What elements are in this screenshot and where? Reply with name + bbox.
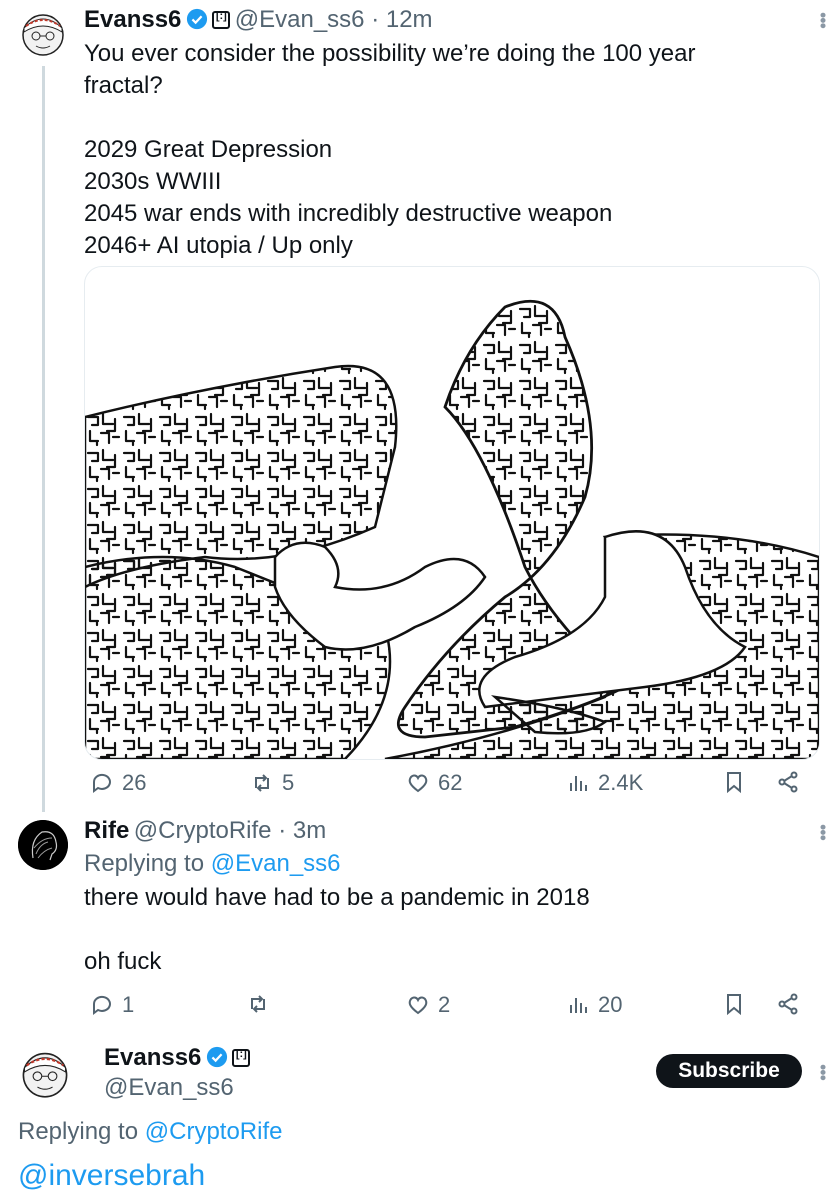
verified-badge-icon — [186, 8, 207, 30]
composer-identity: Evanss6 — [104, 1044, 251, 1072]
more-options-icon[interactable]: ••• — [812, 12, 833, 28]
share-button[interactable] — [776, 770, 800, 794]
reply-draft-input[interactable]: @inversebrah — [18, 1156, 205, 1196]
like-count: 2 — [438, 992, 451, 1017]
author-handle-time[interactable]: @Evan_ss6 · 12m — [235, 6, 433, 33]
more-options-icon[interactable]: ••• — [812, 824, 833, 840]
repost-count: 5 — [282, 770, 295, 795]
tweet-header: Evanss6 @Evan_ss6 · 12m — [84, 6, 433, 34]
more-options-icon[interactable]: ••• — [812, 1064, 833, 1080]
avatar[interactable] — [18, 820, 68, 870]
like-button[interactable]: 2 — [406, 992, 450, 1018]
replying-to: Replying to @CryptoRife — [18, 1116, 282, 1148]
heart-icon — [408, 996, 428, 1015]
repost-icon — [255, 774, 269, 792]
repost-button[interactable] — [246, 992, 270, 1016]
tweet-text: You ever consider the possibility we’re … — [84, 40, 696, 259]
author-name[interactable]: Evanss6 — [84, 6, 181, 33]
tweet-image[interactable] — [84, 266, 820, 760]
tweet-text: there would have had to be a pandemic in… — [84, 884, 590, 975]
replying-to-label: Replying to — [18, 1118, 145, 1145]
author-handle[interactable]: @Evan_ss6 — [104, 1074, 234, 1102]
replying-to-handle-link[interactable]: @Evan_ss6 — [211, 850, 341, 877]
reply-button[interactable]: 1 — [90, 992, 134, 1018]
line-drawing-image — [85, 299, 819, 759]
replying-to-label: Replying to — [84, 850, 211, 877]
affiliate-badge-icon[interactable] — [232, 1048, 251, 1067]
views-button[interactable]: 20 — [566, 992, 622, 1018]
wireframe-head-avatar-icon — [18, 820, 68, 870]
views-count: 2.4K — [598, 770, 644, 795]
avatar[interactable] — [18, 1046, 72, 1100]
bookmark-button[interactable] — [722, 770, 746, 794]
tweet-actions: 1 2 20 — [84, 992, 804, 1026]
share-icon — [778, 993, 798, 1015]
verified-badge-icon — [206, 1046, 227, 1068]
affiliate-badge-icon[interactable] — [212, 10, 231, 29]
wojak-avatar-icon — [22, 14, 64, 56]
views-button[interactable]: 2.4K — [566, 770, 643, 796]
reply-icon — [92, 773, 111, 793]
thread-connector-line — [42, 66, 45, 812]
views-chart-icon — [570, 998, 587, 1013]
repost-button[interactable]: 5 — [250, 770, 294, 796]
reply-count: 26 — [122, 770, 147, 795]
avatar[interactable] — [18, 8, 68, 58]
views-chart-icon — [570, 776, 587, 791]
subscribe-button[interactable]: Subscribe — [656, 1054, 802, 1088]
share-button[interactable] — [776, 992, 800, 1016]
bookmark-icon — [727, 994, 741, 1016]
author-name[interactable]: Rife — [84, 817, 129, 844]
heart-icon — [408, 774, 428, 793]
replying-to-handle-link[interactable]: @CryptoRife — [145, 1118, 283, 1145]
reply-button[interactable]: 26 — [90, 770, 146, 796]
bookmark-button[interactable] — [722, 992, 746, 1016]
like-button[interactable]: 62 — [406, 770, 462, 796]
bookmark-icon — [727, 772, 741, 794]
tweet-header: Rife @CryptoRife · 3m — [84, 817, 326, 845]
like-count: 62 — [438, 770, 463, 795]
tweet-actions: 26 5 62 2.4K — [84, 770, 804, 804]
repost-icon — [251, 995, 265, 1013]
share-icon — [778, 771, 798, 793]
wojak-avatar-icon — [22, 1052, 68, 1098]
reply-count: 1 — [122, 992, 135, 1017]
author-handle-time[interactable]: @CryptoRife · 3m — [134, 817, 326, 844]
author-name[interactable]: Evanss6 — [104, 1044, 201, 1071]
views-count: 20 — [598, 992, 623, 1017]
reply-icon — [92, 995, 111, 1015]
replying-to: Replying to @Evan_ss6 — [84, 848, 341, 880]
